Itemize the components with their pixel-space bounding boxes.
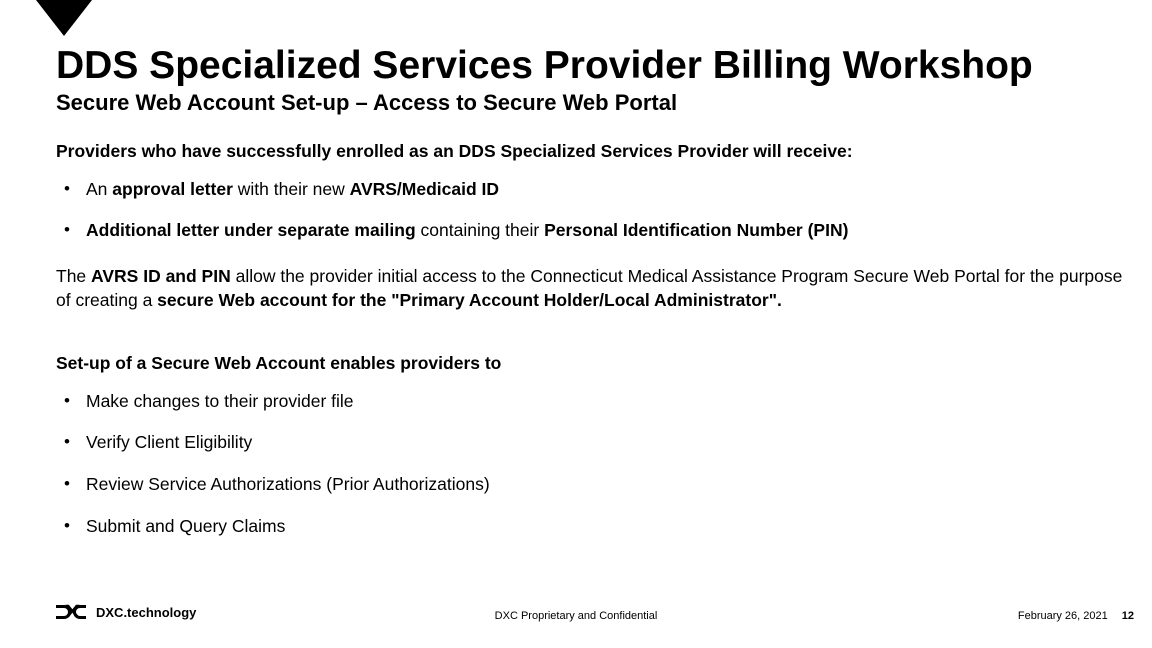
footer-page-number: 12 [1122, 610, 1134, 622]
receive-list: An approval letter with their new AVRS/M… [56, 178, 1124, 243]
text: An [86, 179, 112, 199]
enables-list: Make changes to their provider file Veri… [56, 390, 1124, 539]
text-bold: Additional letter under separate mailing [86, 220, 416, 240]
list-item: Additional letter under separate mailing… [56, 219, 1124, 243]
intro-paragraph: Providers who have successfully enrolled… [56, 140, 1124, 164]
footer-date: February 26, 2021 [1018, 610, 1108, 622]
mid-paragraph: The AVRS ID and PIN allow the provider i… [56, 265, 1124, 312]
footer-confidential: DXC Proprietary and Confidential [0, 610, 1152, 622]
footer-meta: February 26, 2021 12 [1018, 610, 1134, 622]
list-item: Make changes to their provider file [56, 390, 1124, 414]
page-title: DDS Specialized Services Provider Billin… [56, 44, 1124, 88]
list-item: An approval letter with their new AVRS/M… [56, 178, 1124, 202]
text-bold: Personal Identification Number (PIN) [544, 220, 848, 240]
text-bold: approval letter [112, 179, 233, 199]
list-item: Verify Client Eligibility [56, 431, 1124, 455]
slide-footer: DXC.technology DXC Proprietary and Confi… [0, 602, 1152, 630]
list-item: Submit and Query Claims [56, 515, 1124, 539]
text: The [56, 266, 91, 286]
text: containing their [416, 220, 544, 240]
text: with their new [233, 179, 350, 199]
section-heading: Set-up of a Secure Web Account enables p… [56, 352, 1124, 376]
text-bold: secure Web account for the "Primary Acco… [157, 290, 782, 310]
slide-content: DDS Specialized Services Provider Billin… [56, 44, 1124, 560]
list-item: Review Service Authorizations (Prior Aut… [56, 473, 1124, 497]
page-subtitle: Secure Web Account Set-up – Access to Se… [56, 90, 1124, 116]
triangle-decoration-icon [36, 0, 92, 36]
text-bold: AVRS/Medicaid ID [350, 179, 499, 199]
text-bold: AVRS ID and PIN [91, 266, 231, 286]
